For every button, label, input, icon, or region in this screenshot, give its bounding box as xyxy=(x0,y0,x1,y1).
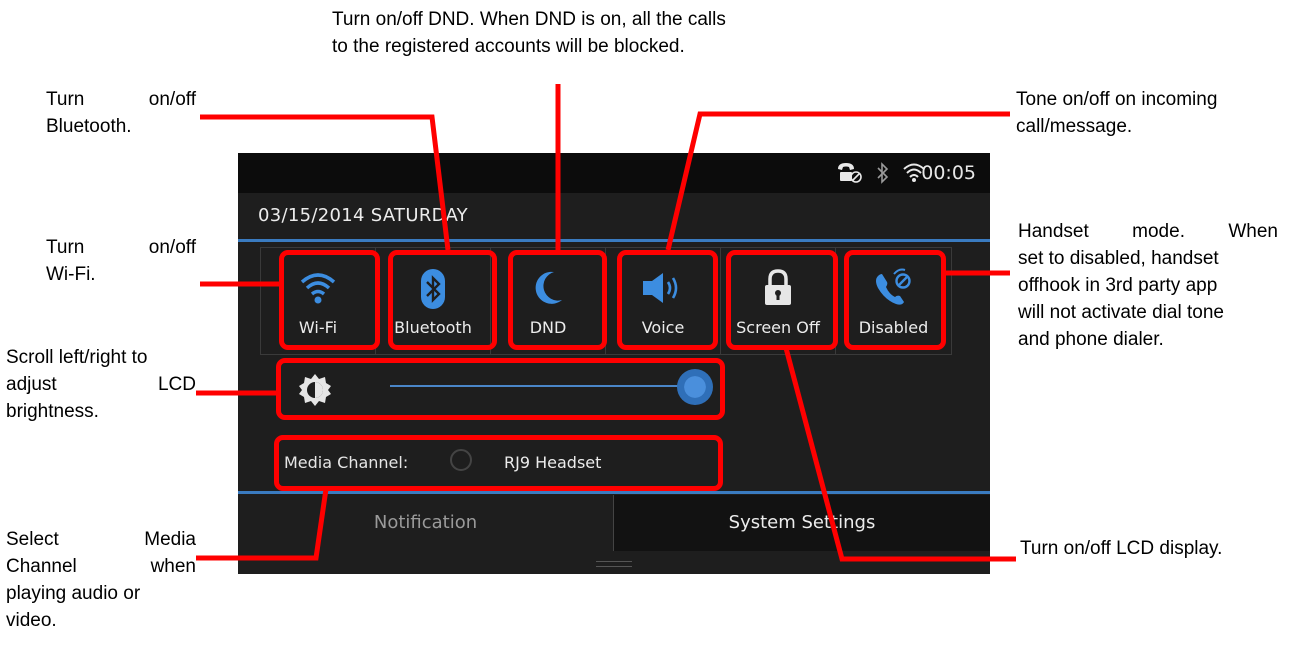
connector-tone xyxy=(665,111,1010,251)
connector-lcd xyxy=(783,347,1016,562)
connector-bluetooth xyxy=(200,114,451,251)
connector-media xyxy=(196,488,329,561)
callout-connectors xyxy=(196,84,1016,562)
